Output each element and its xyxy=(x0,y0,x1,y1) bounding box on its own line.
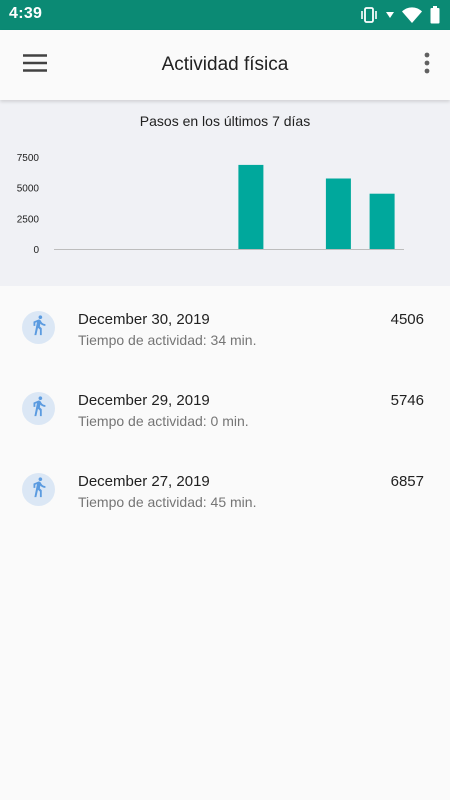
item-steps: 5746 xyxy=(390,392,424,409)
activity-list: December 30, 2019 Tiempo de actividad: 3… xyxy=(0,286,450,529)
item-steps: 4506 xyxy=(390,311,424,328)
y-tick-label: 5000 xyxy=(17,184,40,195)
status-time: 4:39 xyxy=(9,5,43,22)
item-date: December 27, 2019 xyxy=(78,473,210,490)
signal-arrow-icon xyxy=(386,11,394,19)
item-date: December 29, 2019 xyxy=(78,392,210,409)
walking-person-icon xyxy=(28,314,50,341)
y-tick-label: 0 xyxy=(33,245,39,256)
vibrate-icon xyxy=(360,7,378,23)
activity-avatar xyxy=(22,311,55,344)
chart-bar xyxy=(369,193,395,249)
steps-bar-chart: 0 2500 5000 7500 xyxy=(17,153,404,256)
list-item[interactable]: December 27, 2019 Tiempo de actividad: 4… xyxy=(0,448,450,529)
item-activity-time: Tiempo de actividad: 0 min. xyxy=(78,413,249,429)
item-activity-time: Tiempo de actividad: 45 min. xyxy=(78,494,257,510)
list-item[interactable]: December 30, 2019 Tiempo de actividad: 3… xyxy=(0,286,450,367)
item-date: December 30, 2019 xyxy=(78,311,210,328)
overflow-menu-button[interactable] xyxy=(414,45,440,85)
walking-person-icon xyxy=(28,395,50,422)
y-tick-label: 7500 xyxy=(17,153,40,164)
page-title: Actividad física xyxy=(161,54,289,75)
chart-bar xyxy=(325,178,351,249)
wifi-icon xyxy=(402,7,422,23)
battery-icon xyxy=(430,6,440,24)
y-tick-label: 2500 xyxy=(17,214,40,225)
activity-avatar xyxy=(22,392,55,425)
list-item[interactable]: December 29, 2019 Tiempo de actividad: 0… xyxy=(0,367,450,448)
activity-avatar xyxy=(22,473,55,506)
more-vert-icon xyxy=(424,52,430,79)
chart-bar xyxy=(238,164,264,249)
status-bar: 4:39 xyxy=(0,0,450,30)
app-bar: Actividad física xyxy=(0,30,450,100)
item-steps: 6857 xyxy=(390,473,424,490)
steps-chart-card: Pasos en los últimos 7 días 0 2500 5000 750… xyxy=(0,100,450,286)
status-icons xyxy=(360,6,440,24)
item-activity-time: Tiempo de actividad: 34 min. xyxy=(78,332,257,348)
walking-person-icon xyxy=(28,476,50,503)
